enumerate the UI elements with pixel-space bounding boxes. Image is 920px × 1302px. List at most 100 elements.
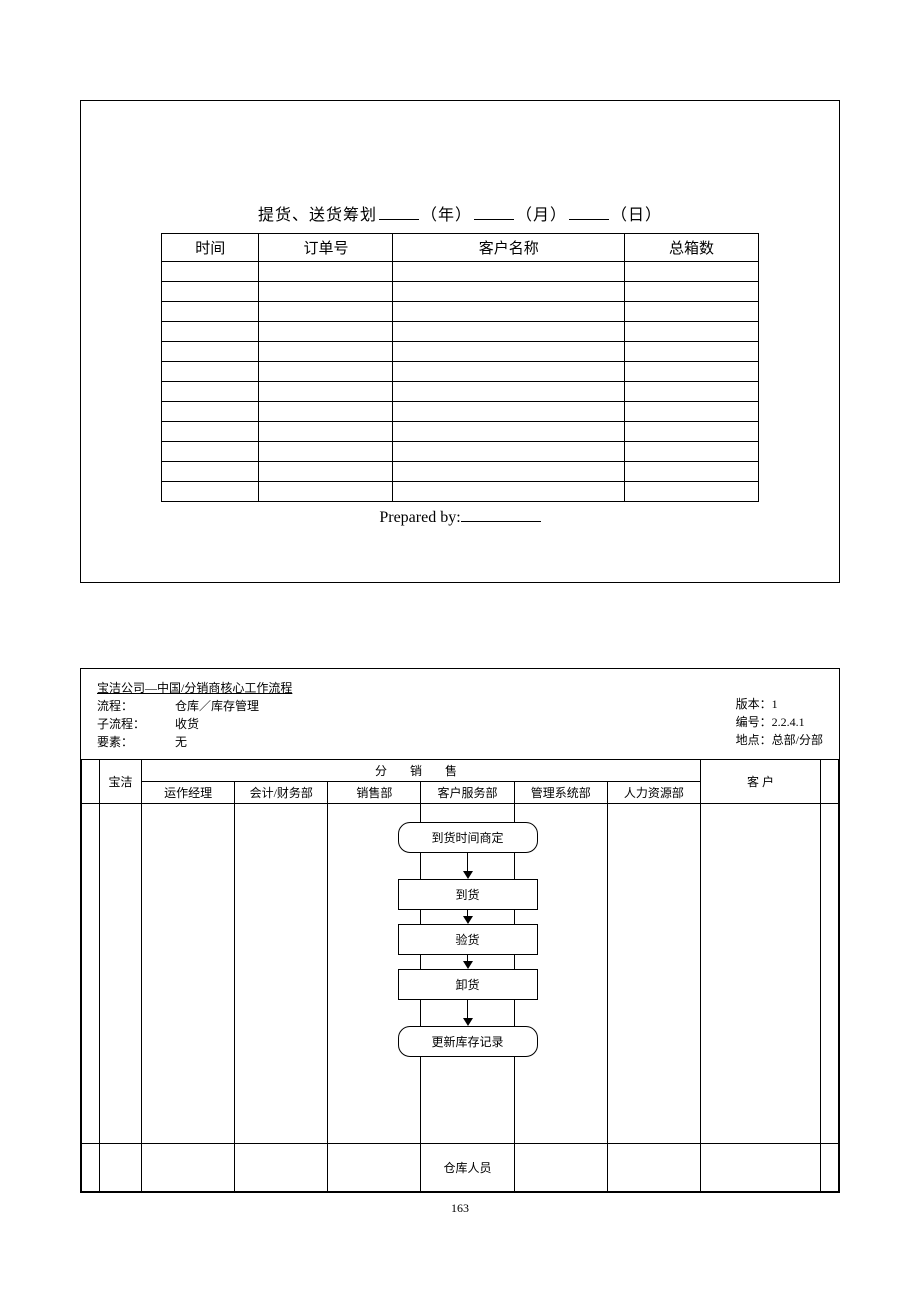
table-cell — [259, 342, 393, 362]
table-cell — [624, 302, 758, 322]
table-cell — [624, 362, 758, 382]
prepared-blank — [461, 506, 541, 522]
table-cell — [162, 322, 259, 342]
swim-foot-cs: 仓库人员 — [421, 1144, 514, 1192]
table-cell — [162, 422, 259, 442]
swimlane-table: 宝洁 分 销 售 客 户 运作经理 会计/财务部 销售部 客户服务部 管理系统部… — [81, 759, 839, 1192]
year-label: （年） — [421, 207, 472, 224]
col-time: 时间 — [162, 234, 259, 262]
table-cell — [624, 262, 758, 282]
table-cell — [393, 342, 624, 362]
flow-step-3: 验货 — [398, 924, 538, 955]
table-cell — [624, 462, 758, 482]
table-cell — [259, 422, 393, 442]
table-cell — [393, 462, 624, 482]
table-cell — [624, 402, 758, 422]
flow-step-4: 卸货 — [398, 969, 538, 1000]
swim-foot-sales — [328, 1144, 421, 1192]
table-cell — [259, 442, 393, 462]
table-cell — [393, 322, 624, 342]
table-cell — [162, 362, 259, 382]
swim-body-row: 到货时间商定 到货 验货 卸货 更新库存记录 — [82, 804, 839, 1144]
location-label: 地点： — [736, 733, 772, 747]
arrow-3 — [463, 955, 473, 969]
blank-month — [474, 204, 514, 220]
table-cell — [259, 462, 393, 482]
workflow-box: 宝洁公司—中国/分销商核心工作流程 流程： 仓库／库存管理 子流程： 收货 要素… — [80, 668, 840, 1193]
table-cell — [162, 482, 259, 502]
swim-narrow-right — [821, 760, 839, 804]
table-cell — [393, 402, 624, 422]
table-cell — [393, 482, 624, 502]
flow-step-5: 更新库存记录 — [398, 1026, 538, 1057]
table-cell — [393, 382, 624, 402]
table-cell — [624, 422, 758, 442]
plan-title-prefix: 提货、送货筹划 — [258, 207, 377, 224]
swim-body-narrow-left — [82, 804, 100, 1144]
day-label: （日） — [611, 207, 662, 224]
table-row — [162, 262, 759, 282]
arrow-1 — [463, 853, 473, 879]
company-title: 宝洁公司—中国/分销商核心工作流程 — [97, 679, 292, 697]
table-cell — [162, 462, 259, 482]
swim-foot-hr — [607, 1144, 700, 1192]
table-cell — [162, 402, 259, 422]
table-cell — [393, 302, 624, 322]
swim-ops: 运作经理 — [142, 782, 235, 804]
flow-step-2: 到货 — [398, 879, 538, 910]
table-cell — [259, 322, 393, 342]
workflow-header: 宝洁公司—中国/分销商核心工作流程 流程： 仓库／库存管理 子流程： 收货 要素… — [81, 679, 839, 759]
page-number: 163 — [80, 1201, 840, 1216]
table-cell — [393, 262, 624, 282]
table-cell — [162, 442, 259, 462]
table-cell — [624, 442, 758, 462]
swim-narrow-left — [82, 760, 100, 804]
version-value: 1 — [772, 697, 778, 711]
arrow-4 — [463, 1000, 473, 1026]
number-label: 编号： — [736, 715, 772, 729]
table-cell — [624, 342, 758, 362]
arrow-2 — [463, 910, 473, 924]
swim-baojie: 宝洁 — [100, 760, 142, 804]
table-cell — [624, 322, 758, 342]
col-customer: 客户名称 — [393, 234, 624, 262]
swim-foot-row: 仓库人员 — [82, 1144, 839, 1192]
prepared-label: Prepared by: — [379, 509, 460, 526]
table-cell — [162, 282, 259, 302]
table-cell — [624, 482, 758, 502]
process-value: 仓库／库存管理 — [175, 699, 259, 713]
swim-body-ops — [142, 804, 235, 1144]
table-cell — [393, 442, 624, 462]
table-cell — [162, 262, 259, 282]
flow-step-1: 到货时间商定 — [398, 822, 538, 853]
prepared-by: Prepared by: — [161, 506, 759, 527]
table-row — [162, 282, 759, 302]
plan-header-row: 时间 订单号 客户名称 总箱数 — [162, 234, 759, 262]
table-row — [162, 462, 759, 482]
swim-body-narrow-right — [821, 804, 839, 1144]
subprocess-label: 子流程： — [97, 717, 145, 731]
swim-mis: 管理系统部 — [514, 782, 607, 804]
swim-foot-acc — [235, 1144, 328, 1192]
col-order: 订单号 — [259, 234, 393, 262]
process-label: 流程： — [97, 699, 133, 713]
table-cell — [259, 282, 393, 302]
version-label: 版本： — [736, 697, 772, 711]
location-value: 总部/分部 — [772, 733, 823, 747]
element-label: 要素： — [97, 735, 133, 749]
swim-foot-narrow-right — [821, 1144, 839, 1192]
table-cell — [259, 482, 393, 502]
table-cell — [259, 302, 393, 322]
table-cell — [162, 302, 259, 322]
swim-foot-mis — [514, 1144, 607, 1192]
table-row — [162, 382, 759, 402]
swim-body-baojie — [100, 804, 142, 1144]
swim-body-hr — [607, 804, 700, 1144]
swim-foot-baojie — [100, 1144, 142, 1192]
table-row — [162, 402, 759, 422]
month-label: （月） — [516, 207, 567, 224]
swim-customer: 客 户 — [701, 760, 821, 804]
col-boxes: 总箱数 — [624, 234, 758, 262]
table-row — [162, 302, 759, 322]
swim-foot-ops — [142, 1144, 235, 1192]
